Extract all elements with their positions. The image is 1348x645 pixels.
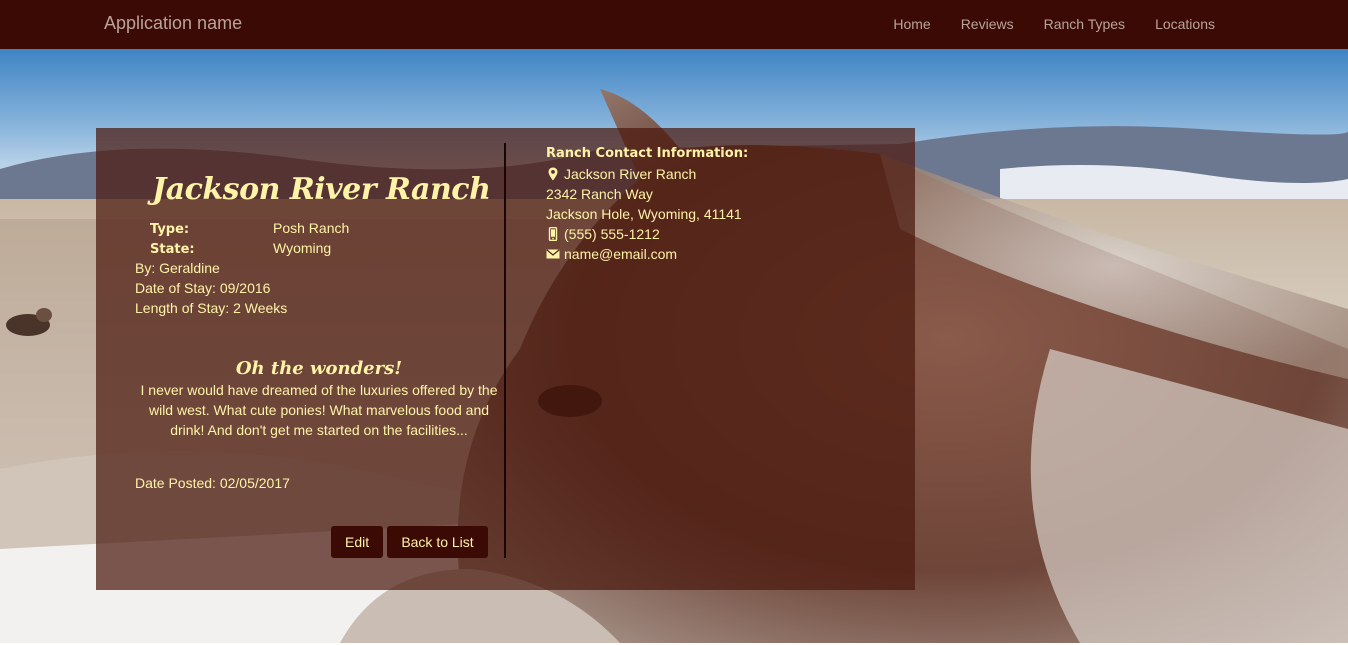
- type-label: Type:: [150, 222, 190, 237]
- state-row: State: Wyoming: [150, 240, 331, 257]
- contact-phone-line: (555) 555-1212: [546, 224, 748, 244]
- date-of-stay: Date of Stay: 09/2016: [135, 280, 271, 296]
- date-posted: Date Posted: 02/05/2017: [135, 475, 290, 491]
- nav-reviews[interactable]: Reviews: [946, 16, 1029, 32]
- brand-link[interactable]: Application name: [104, 13, 242, 34]
- vertical-divider: [504, 143, 506, 558]
- contact-name-line: Jackson River Ranch: [546, 164, 748, 184]
- reviewer-name: By: Geraldine: [135, 260, 220, 276]
- contact-heading: Ranch Contact Information:: [546, 146, 749, 161]
- contact-email[interactable]: name@email.com: [564, 244, 677, 264]
- contact-phone: (555) 555-1212: [564, 226, 660, 242]
- type-value: Posh Ranch: [273, 220, 350, 236]
- nav-locations[interactable]: Locations: [1140, 16, 1230, 32]
- contact-name: Jackson River Ranch: [564, 166, 697, 182]
- contact-city-line: Jackson Hole, Wyoming, 41141: [546, 206, 742, 222]
- nav-links: Home Reviews Ranch Types Locations: [878, 16, 1230, 32]
- review-body: I never would have dreamed of the luxuri…: [140, 382, 498, 438]
- nav-home[interactable]: Home: [878, 16, 945, 32]
- top-navbar: Application name Home Reviews Ranch Type…: [0, 0, 1348, 49]
- map-marker-icon: [548, 167, 558, 181]
- contact-street: 2342 Ranch Way: [546, 186, 653, 202]
- type-row: Type: Posh Ranch: [150, 220, 349, 237]
- envelope-icon: [546, 249, 560, 259]
- review-detail-panel: Jackson River Ranch Type: Posh Ranch Stat…: [96, 128, 915, 590]
- edit-button[interactable]: Edit: [331, 526, 383, 558]
- contact-email-line: name@email.com: [546, 244, 748, 264]
- contact-info: Ranch Contact Information: Jackson River…: [546, 144, 748, 264]
- length-of-stay: Length of Stay: 2 Weeks: [135, 300, 288, 316]
- state-label: State:: [150, 242, 195, 257]
- review-headline: Oh the wonders!: [235, 358, 403, 379]
- back-to-list-button[interactable]: Back to List: [387, 526, 488, 558]
- phone-icon: [548, 227, 558, 241]
- nav-ranch-types[interactable]: Ranch Types: [1029, 16, 1140, 32]
- ranch-title: Jackson River Ranch: [152, 172, 491, 207]
- state-value: Wyoming: [273, 240, 332, 256]
